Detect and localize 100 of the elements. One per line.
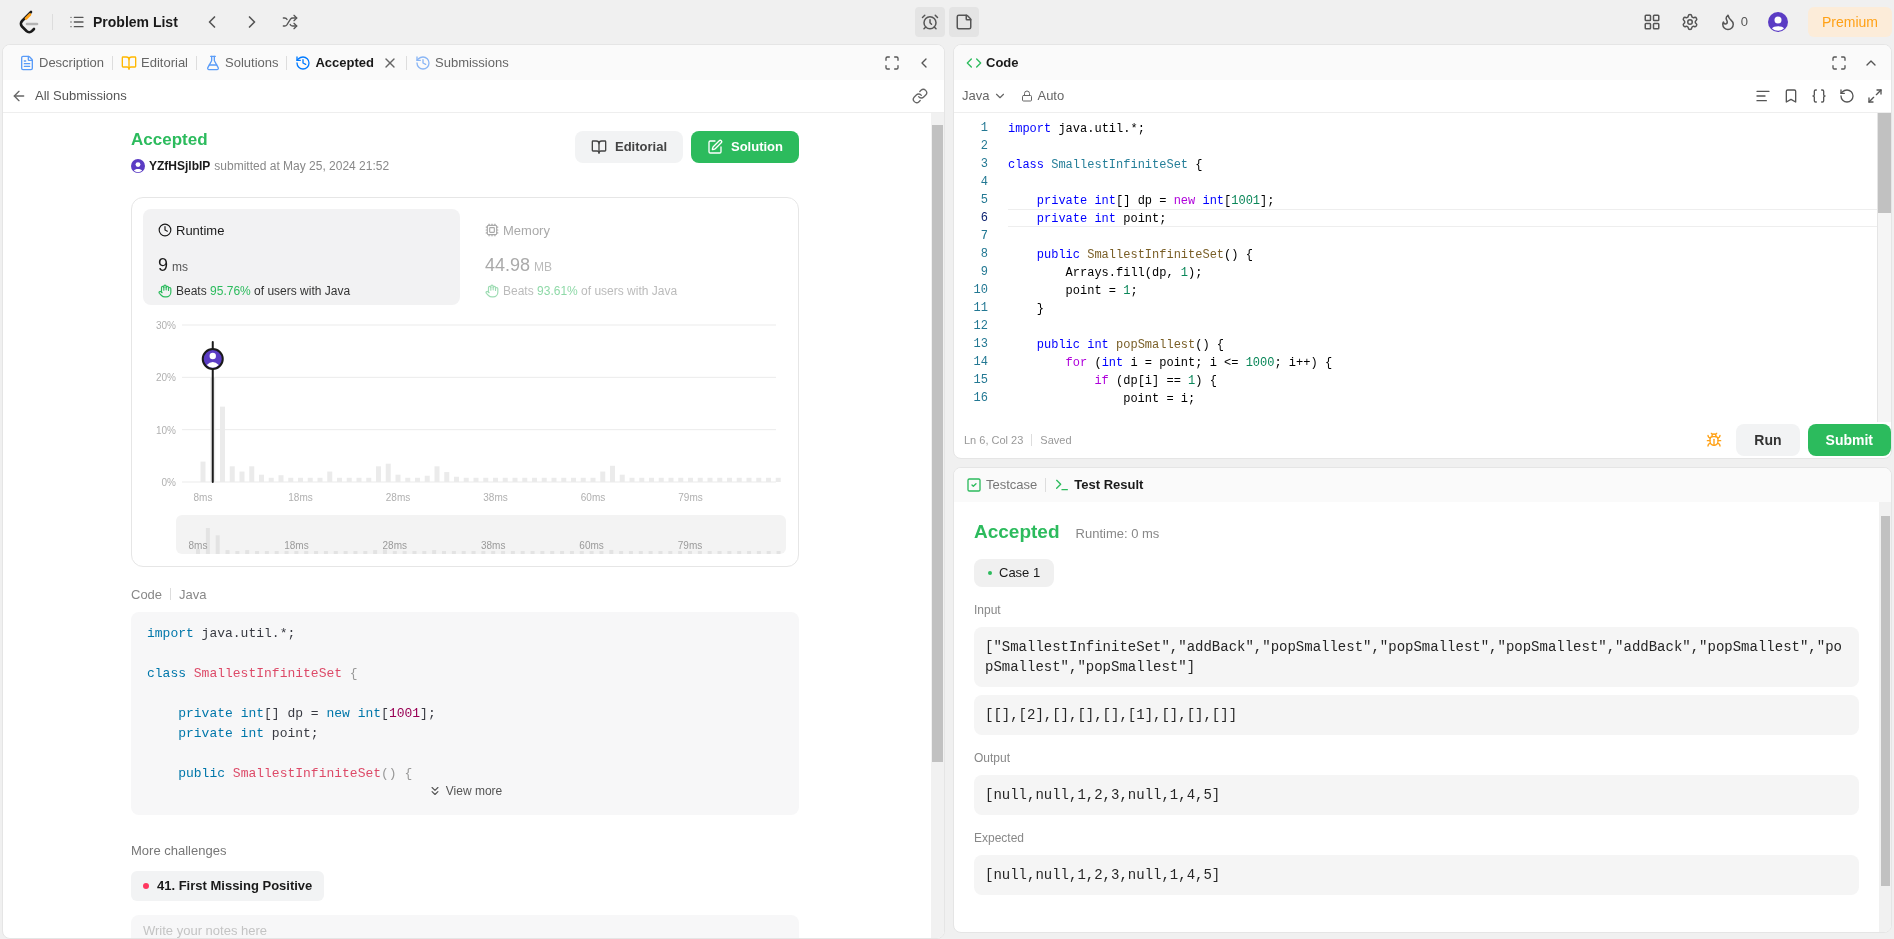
beats-text: Beats 93.61% of users with Java bbox=[503, 283, 678, 300]
code-line: point = i; bbox=[1122, 391, 1196, 408]
notes-button[interactable] bbox=[949, 7, 979, 37]
axis-label: 10% bbox=[156, 424, 176, 436]
line-number: 13 bbox=[972, 336, 989, 353]
line-number: 7 bbox=[979, 228, 989, 245]
braces-icon[interactable] bbox=[1811, 88, 1827, 104]
line-number: 6 bbox=[979, 210, 989, 227]
value-box: [[],[2],[],[],[],[1],[],[],[]] bbox=[974, 694, 1859, 735]
chip-icon bbox=[485, 223, 499, 238]
scrollbar[interactable] bbox=[1879, 502, 1891, 932]
logo-icon[interactable] bbox=[18, 10, 40, 34]
value-box: [null,null,1,2,3,null,1,4,5] bbox=[974, 854, 1859, 895]
stat-unit: ms bbox=[172, 259, 188, 276]
language-select[interactable]: Java bbox=[962, 86, 1008, 106]
verdict-title: Accepted bbox=[974, 520, 1060, 544]
tab[interactable]: Test Result bbox=[1054, 475, 1144, 495]
code-line: point = 1; bbox=[1064, 283, 1138, 300]
axis-label: 38ms bbox=[480, 539, 506, 551]
maximize-icon[interactable] bbox=[1831, 54, 1847, 71]
run-button[interactable]: Run bbox=[1736, 424, 1800, 456]
clock-icon bbox=[158, 223, 172, 238]
code-line: import java.util.*; bbox=[147, 625, 296, 643]
challenge-chip[interactable]: 41. First Missing Positive bbox=[131, 870, 325, 901]
case-tab[interactable]: Case 1 bbox=[974, 558, 1055, 587]
history-icon bbox=[415, 54, 431, 71]
status-title: Accepted bbox=[131, 129, 209, 151]
axis-label: 0% bbox=[161, 476, 176, 488]
alarm-clock-icon bbox=[921, 13, 939, 31]
username[interactable]: YZfHSjlbIP bbox=[149, 156, 211, 175]
settings-icon[interactable] bbox=[1680, 13, 1699, 31]
code-line: Arrays.fill(dp, 1); bbox=[1064, 265, 1203, 282]
maximize-icon[interactable] bbox=[884, 54, 900, 71]
code-line: if (dp[i] == 1) { bbox=[1093, 373, 1217, 390]
expand-icon[interactable] bbox=[1867, 88, 1883, 104]
axis-label: 79ms bbox=[678, 491, 703, 503]
scrollbar[interactable] bbox=[1877, 113, 1891, 422]
code-line: import java.util.*; bbox=[1008, 121, 1145, 138]
format-icon[interactable] bbox=[1755, 88, 1771, 104]
line-number: 2 bbox=[979, 138, 989, 155]
document-icon bbox=[19, 54, 35, 71]
line-number: 11 bbox=[972, 300, 989, 317]
grid-icon[interactable] bbox=[1642, 13, 1661, 31]
list-icon bbox=[69, 14, 85, 30]
axis-label: 8ms bbox=[193, 491, 213, 503]
bookmark-icon[interactable] bbox=[1783, 88, 1799, 104]
mode-label[interactable]: Auto bbox=[1037, 86, 1065, 106]
save-status: Saved bbox=[1040, 432, 1072, 448]
stat-tile[interactable]: Runtime 9 ms Beats 95.76% of users with Java bbox=[143, 208, 460, 305]
tab[interactable]: Solutions bbox=[201, 52, 283, 73]
code-label: Code bbox=[131, 585, 163, 604]
axis-label: 38ms bbox=[483, 491, 508, 503]
hand-icon bbox=[485, 284, 499, 298]
tab[interactable]: Description bbox=[15, 52, 109, 73]
axis-label: 60ms bbox=[580, 491, 606, 503]
shuffle-icon[interactable] bbox=[281, 14, 298, 30]
axis-label: 28ms bbox=[385, 491, 411, 503]
code-line: class SmallestInfiniteSet { bbox=[1008, 157, 1203, 174]
submitted-time: submitted at May 25, 2024 21:52 bbox=[214, 157, 390, 175]
section-title: More challenges bbox=[131, 842, 228, 860]
code-line: private int[] dp = new int[1001]; bbox=[177, 705, 436, 723]
book-icon bbox=[591, 139, 607, 155]
line-number: 9 bbox=[979, 264, 989, 281]
checkbox-icon bbox=[966, 477, 982, 493]
book-icon bbox=[121, 54, 138, 71]
flask-icon bbox=[205, 54, 221, 71]
line-number: 5 bbox=[979, 192, 989, 209]
line-number: 10 bbox=[972, 282, 989, 299]
link-icon[interactable] bbox=[912, 88, 928, 104]
tab[interactable]: Editorial bbox=[117, 52, 192, 73]
edit-icon bbox=[707, 139, 723, 155]
tab[interactable]: Submissions bbox=[411, 52, 513, 73]
runtime-text: Runtime: 0 ms bbox=[1075, 525, 1160, 543]
section-label: Expected bbox=[974, 829, 1026, 847]
axis-label: 28ms bbox=[382, 539, 408, 551]
axis-label: 18ms bbox=[288, 491, 313, 503]
stat-title: Memory bbox=[503, 221, 550, 240]
value-box: ["SmallestInfiniteSet","addBack","popSmallest","popSmallest","popSmallest","addBack","popSmallest","popSmallest","popSmallest"] bbox=[974, 626, 1859, 687]
lock-icon bbox=[1021, 90, 1034, 102]
editorial-button[interactable]: Editorial bbox=[575, 131, 683, 163]
back-link[interactable]: All Submissions bbox=[11, 86, 127, 106]
beats-text: Beats 95.76% of users with Java bbox=[176, 283, 351, 300]
line-number: 14 bbox=[972, 354, 989, 371]
tab[interactable]: Testcase bbox=[966, 475, 1038, 495]
view-more-button[interactable]: View more bbox=[427, 782, 503, 800]
terminal-icon bbox=[1054, 477, 1071, 493]
reset-icon[interactable] bbox=[1839, 88, 1855, 104]
code-line: } bbox=[1035, 301, 1044, 318]
panel-title: Code bbox=[986, 53, 1019, 72]
note-icon bbox=[955, 13, 973, 31]
tab[interactable]: Accepted bbox=[291, 52, 402, 73]
stat-title: Runtime bbox=[176, 221, 225, 240]
scrollbar[interactable] bbox=[931, 113, 944, 938]
cursor-position: Ln 6, Col 23 bbox=[964, 432, 1024, 448]
axis-label: 8ms bbox=[188, 539, 208, 551]
problem-list-button[interactable]: Problem List bbox=[65, 11, 182, 33]
code-line: private int point; bbox=[1035, 211, 1167, 228]
line-number: 15 bbox=[972, 372, 989, 389]
stat-unit: MB bbox=[534, 259, 553, 276]
timer-button[interactable] bbox=[915, 7, 945, 37]
